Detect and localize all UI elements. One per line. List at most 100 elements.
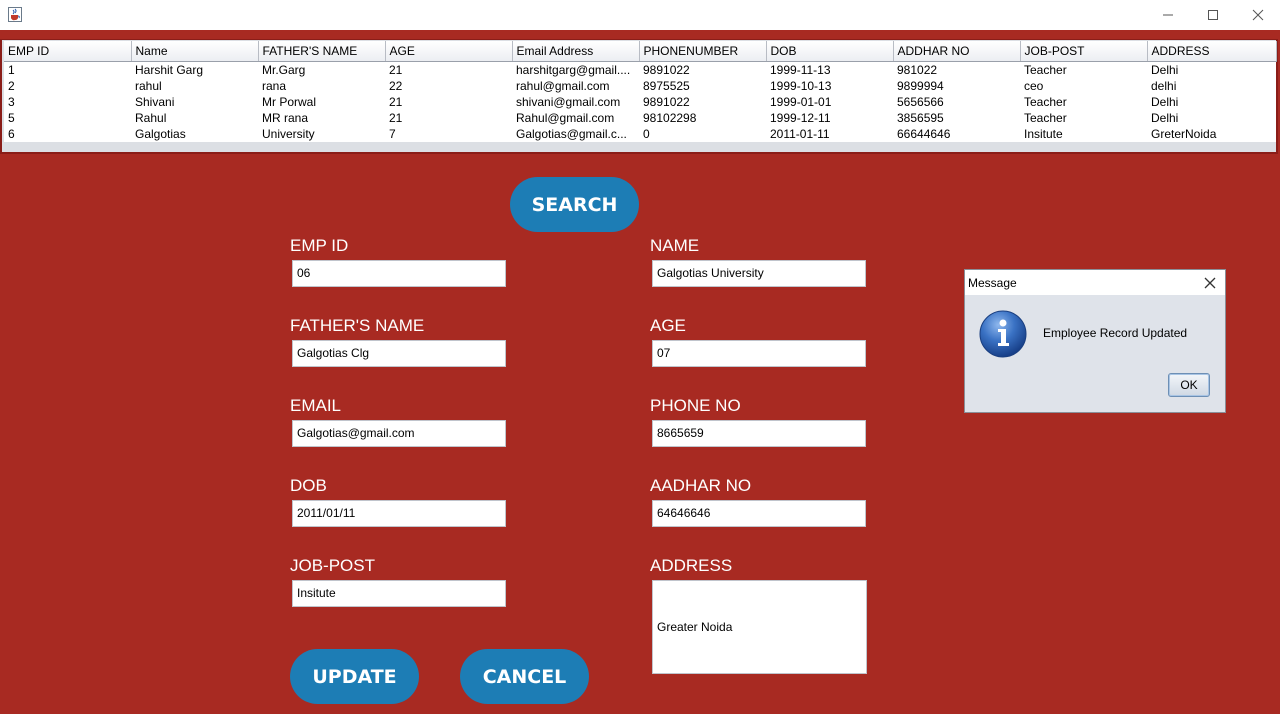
table-cell[interactable]: 1 (4, 61, 131, 78)
column-header[interactable]: DOB (766, 41, 894, 62)
age-field[interactable]: 07 (652, 340, 866, 367)
employee-table: EMP ID Name FATHER'S NAME AGE Email Address P… (0, 39, 1278, 154)
cancel-button[interactable]: CANCEL (460, 649, 589, 704)
column-header[interactable]: Email Address (512, 41, 640, 62)
table-cell[interactable]: 2011-01-11 (766, 126, 893, 142)
column-header[interactable]: JOB-POST (1020, 41, 1148, 62)
table-cell[interactable]: Teacher (1020, 61, 1147, 78)
table-row[interactable]: 2 rahul rana 22 rahul@gmail.com 8975525 1999-1… (4, 78, 1276, 94)
column-header[interactable]: ADDHAR NO (893, 41, 1021, 62)
table-cell[interactable]: GreterNoida (1147, 126, 1276, 142)
table-cell[interactable]: 3 (4, 94, 131, 110)
table-cell[interactable]: 2 (4, 78, 131, 94)
update-button[interactable]: UPDATE (290, 649, 419, 704)
table-row[interactable]: 1 Harshit Garg Mr.Garg 21 harshitgarg@gmail.… (4, 61, 1276, 78)
name-field[interactable]: Galgotias University (652, 260, 866, 287)
search-button[interactable]: SEARCH (510, 177, 639, 232)
close-window-button[interactable] (1235, 0, 1280, 30)
table-cell[interactable]: 8975525 (639, 78, 766, 94)
table-cell[interactable]: Delhi (1147, 94, 1276, 110)
dob-label: DOB (290, 476, 327, 495)
name-label: NAME (650, 236, 700, 255)
table-cell[interactable]: Teacher (1020, 94, 1147, 110)
fathers-name-label: FATHER'S NAME (290, 316, 425, 335)
table-cell[interactable]: Galgotias (131, 126, 258, 142)
table-cell[interactable]: Teacher (1020, 110, 1147, 126)
table-cell[interactable]: Rahul@gmail.com (512, 110, 639, 126)
column-header[interactable]: PHONENUMBER (639, 41, 767, 62)
table-cell[interactable]: 66644646 (893, 126, 1020, 142)
table-row[interactable]: 6 Galgotias University 7 Galgotias@gmail.c..… (4, 126, 1276, 142)
table-cell[interactable]: 1999-10-13 (766, 78, 893, 94)
table-cell[interactable]: Harshit Garg (131, 61, 258, 78)
fathers-name-field[interactable]: Galgotias Clg (292, 340, 506, 367)
column-header[interactable]: ADDRESS (1147, 41, 1277, 62)
table-cell[interactable]: 3856595 (893, 110, 1020, 126)
table-header-row: EMP ID Name FATHER'S NAME AGE Email Address P… (4, 41, 1277, 62)
address-label: ADDRESS (650, 556, 733, 575)
table-cell[interactable]: Delhi (1147, 110, 1276, 126)
table-cell[interactable]: rana (258, 78, 385, 94)
table-cell[interactable]: 21 (385, 94, 512, 110)
table-cell[interactable]: 98102298 (639, 110, 766, 126)
table-cell[interactable]: rahul@gmail.com (512, 78, 639, 94)
table-cell[interactable]: ceo (1020, 78, 1147, 94)
table-cell[interactable]: 6 (4, 126, 131, 142)
table-cell[interactable]: 9899994 (893, 78, 1020, 94)
table-row[interactable]: 3 Shivani Mr Porwal 21 shivani@gmail.com 9891… (4, 94, 1276, 110)
table-cell[interactable]: 9891022 (639, 94, 766, 110)
table-row[interactable]: 5 Rahul MR rana 21 Rahul@gmail.com 98102298 19… (4, 110, 1276, 126)
table-cell[interactable]: 981022 (893, 61, 1020, 78)
column-header[interactable]: AGE (385, 41, 513, 62)
close-icon (1252, 9, 1264, 21)
column-header[interactable]: Name (131, 41, 259, 62)
phone-field[interactable]: 8665659 (652, 420, 866, 447)
table-cell[interactable]: Galgotias@gmail.c... (512, 126, 639, 142)
table-cell[interactable]: Insitute (1020, 126, 1147, 142)
table-cell[interactable]: Mr.Garg (258, 61, 385, 78)
window-titlebar (0, 0, 1280, 30)
aadhar-label: AADHAR NO (650, 476, 752, 495)
table-cell[interactable]: 5 (4, 110, 131, 126)
table-cell[interactable]: shivani@gmail.com (512, 94, 639, 110)
table-cell[interactable]: rahul (131, 78, 258, 94)
table-cell[interactable]: 9891022 (639, 61, 766, 78)
minimize-icon (1163, 14, 1173, 16)
table-cell[interactable]: delhi (1147, 78, 1276, 94)
emp-id-field[interactable]: 06 (292, 260, 506, 287)
table-cell[interactable]: 22 (385, 78, 512, 94)
email-label: EMAIL (290, 396, 342, 415)
emp-id-label: EMP ID (290, 236, 349, 255)
maximize-button[interactable] (1190, 0, 1236, 30)
table-cell[interactable]: Mr Porwal (258, 94, 385, 110)
dob-field[interactable]: 2011/01/11 (292, 500, 506, 527)
table-cell[interactable]: 21 (385, 110, 512, 126)
job-post-field[interactable]: Insitute (292, 580, 506, 607)
table-cell[interactable]: 0 (639, 126, 766, 142)
ok-button[interactable]: OK (1168, 373, 1210, 397)
table-cell[interactable]: 7 (385, 126, 512, 142)
table-body: 1 Harshit Garg Mr.Garg 21 harshitgarg@gmail.… (4, 61, 1276, 142)
minimize-button[interactable] (1145, 0, 1191, 30)
table-cell[interactable]: harshitgarg@gmail.... (512, 61, 639, 78)
table-cell[interactable]: Shivani (131, 94, 258, 110)
table-cell[interactable]: Delhi (1147, 61, 1276, 78)
table-cell[interactable]: MR rana (258, 110, 385, 126)
dialog-titlebar: Message (965, 270, 1225, 295)
email-field[interactable]: Galgotias@gmail.com (292, 420, 506, 447)
address-field[interactable]: Greater Noida (652, 580, 867, 674)
table-cell[interactable]: University (258, 126, 385, 142)
table-cell[interactable]: 21 (385, 61, 512, 78)
table-cell[interactable]: 1999-12-11 (766, 110, 893, 126)
table-cell[interactable]: 5656566 (893, 94, 1020, 110)
maximize-icon (1208, 10, 1218, 20)
column-header[interactable]: EMP ID (4, 41, 132, 62)
dialog-close-button[interactable] (1201, 274, 1219, 292)
table-cell[interactable]: 1999-11-13 (766, 61, 893, 78)
employee-grid: EMP ID Name FATHER'S NAME AGE Email Address P… (4, 41, 1277, 142)
table-cell[interactable]: 1999-01-01 (766, 94, 893, 110)
aadhar-field[interactable]: 64646646 (652, 500, 866, 527)
table-cell[interactable]: Rahul (131, 110, 258, 126)
job-post-label: JOB-POST (290, 556, 376, 575)
column-header[interactable]: FATHER'S NAME (258, 41, 386, 62)
